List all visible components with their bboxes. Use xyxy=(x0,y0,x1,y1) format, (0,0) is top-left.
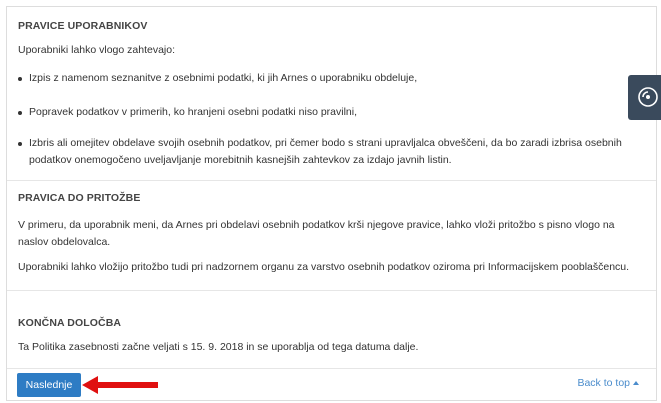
section-divider xyxy=(7,180,656,181)
bullet-icon xyxy=(18,142,22,146)
side-widget[interactable] xyxy=(628,75,661,120)
back-to-top-label: Back to top xyxy=(577,377,630,389)
section-title-rights: PRAVICE UPORABNIKOV xyxy=(18,20,148,32)
list-item: Popravek podatkov v primerih, ko hranjen… xyxy=(18,104,642,121)
bullet-icon xyxy=(18,111,22,115)
list-item-text: Popravek podatkov v primerih, ko hranjen… xyxy=(29,106,358,118)
appeal-paragraph-1: V primeru, da uporabnik meni, da Arnes p… xyxy=(18,219,615,248)
final-paragraph: Ta Politika zasebnosti začne veljati s 1… xyxy=(18,341,419,353)
section-title-appeal: PRAVICA DO PRITOŽBE xyxy=(18,192,141,204)
radio-signal-icon xyxy=(638,87,658,107)
list-item-text: Izpis z namenom seznanitve z osebnimi po… xyxy=(29,72,418,84)
list-item: Izpis z namenom seznanitve z osebnimi po… xyxy=(18,70,642,87)
list-item: Izbris ali omejitev obdelave svojih oseb… xyxy=(18,135,642,169)
policy-card: PRAVICE UPORABNIKOV Uporabniki lahko vlo… xyxy=(6,6,657,401)
appeal-paragraph-2: Uporabniki lahko vložijo pritožbo tudi p… xyxy=(18,261,630,273)
bullet-icon xyxy=(18,77,22,81)
back-to-top-link[interactable]: Back to top xyxy=(577,377,639,389)
section-title-final: KONČNA DOLOČBA xyxy=(18,317,122,329)
rights-intro: Uporabniki lahko vlogo zahtevajo: xyxy=(18,44,176,56)
red-arrow-icon xyxy=(82,376,158,394)
caret-up-icon xyxy=(633,381,639,385)
list-item-text: Izbris ali omejitev obdelave svojih oseb… xyxy=(29,137,622,166)
section-divider xyxy=(7,290,656,291)
footer-divider xyxy=(7,368,656,369)
next-button[interactable]: Naslednje xyxy=(17,373,81,397)
